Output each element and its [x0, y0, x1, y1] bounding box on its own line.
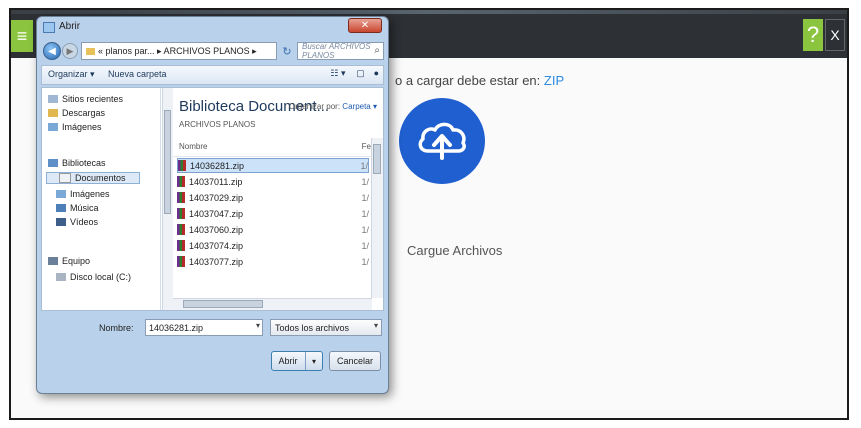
- nav-item-pictures[interactable]: Imágenes: [48, 122, 102, 132]
- refresh-icon[interactable]: ↻: [279, 42, 295, 60]
- column-name[interactable]: Nombre: [179, 142, 207, 151]
- cancel-button[interactable]: Cancelar: [329, 351, 381, 371]
- open-file-dialog: Abrir ✕ ◀ ▶ « planos par... ▸ ARCHIVOS P…: [36, 16, 389, 394]
- nav-item-computer[interactable]: Equipo: [48, 256, 90, 266]
- scroll-thumb[interactable]: [373, 144, 381, 174]
- file-list-scrollbar[interactable]: [371, 138, 383, 298]
- preview-pane-icon[interactable]: ▢: [356, 68, 365, 78]
- file-row[interactable]: 14036281.zip 1/: [177, 158, 369, 173]
- dialog-body: Sitios recientes Descargas Imágenes Bibl…: [41, 87, 384, 311]
- filename-value: 14036281.zip: [149, 322, 204, 333]
- pictures-folder-icon: [48, 123, 58, 131]
- zip-file-icon: [177, 192, 185, 203]
- file-row[interactable]: 14037047.zip 1/: [177, 206, 369, 221]
- zip-file-icon: [178, 160, 186, 171]
- nav-item-local-disk[interactable]: Disco local (C:): [56, 272, 131, 282]
- open-split-chevron-icon[interactable]: ▾: [305, 352, 322, 370]
- file-row[interactable]: 14037060.zip 1/: [177, 222, 369, 237]
- column-date[interactable]: Fe: [362, 142, 371, 151]
- libraries-icon: [48, 159, 58, 167]
- help-icon[interactable]: ●: [374, 68, 379, 78]
- dialog-titlebar[interactable]: Abrir ✕: [37, 17, 388, 39]
- nav-item-library-pictures[interactable]: Imágenes: [56, 189, 110, 199]
- address-path: « planos par... ▸ ARCHIVOS PLANOS ▸: [98, 45, 257, 56]
- organize-button[interactable]: Organizar ▾: [48, 69, 95, 80]
- forward-arrow-icon[interactable]: ▶: [62, 43, 78, 59]
- dialog-buttons: Abrir ▾ Cancelar: [41, 347, 384, 373]
- nav-item-videos[interactable]: Vídeos: [56, 217, 98, 227]
- window-icon: [43, 22, 55, 33]
- music-library-icon: [56, 204, 66, 212]
- arrange-value[interactable]: Carpeta ▾: [342, 102, 377, 111]
- dialog-title: Abrir: [59, 21, 81, 32]
- upload-label: Cargue Archivos: [407, 243, 503, 258]
- upload-instruction: o a cargar debe estar en: ZIP: [395, 73, 564, 88]
- scroll-thumb[interactable]: [183, 300, 263, 308]
- search-input[interactable]: Buscar ARCHIVOS PLANOS ⌕: [297, 42, 384, 60]
- dialog-toolbar: Organizar ▾ Nueva carpeta ☷ ▾ ▢ ●: [41, 65, 384, 85]
- upload-button[interactable]: [399, 98, 485, 184]
- close-button[interactable]: X: [825, 19, 845, 51]
- library-subtitle: ARCHIVOS PLANOS: [179, 120, 256, 129]
- column-header: Nombre Fe: [173, 138, 383, 157]
- downloads-folder-icon: [48, 109, 58, 117]
- nav-item-downloads[interactable]: Descargas: [48, 108, 105, 118]
- filename-input[interactable]: 14036281.zip ▾: [145, 319, 263, 336]
- dialog-close-button[interactable]: ✕: [348, 18, 382, 33]
- file-type-select[interactable]: Todos los archivos ▾: [270, 319, 382, 336]
- file-row[interactable]: 14037074.zip 1/: [177, 238, 369, 253]
- arrange-by[interactable]: Organizar por: Carpeta ▾: [289, 102, 377, 111]
- arrange-label: Organizar por:: [288, 102, 341, 111]
- videos-library-icon: [56, 218, 66, 226]
- address-bar[interactable]: « planos par... ▸ ARCHIVOS PLANOS ▸: [81, 42, 277, 60]
- help-button[interactable]: ?: [803, 19, 823, 51]
- zip-file-icon: [177, 256, 185, 267]
- hamburger-icon[interactable]: ≡: [11, 20, 33, 52]
- back-arrow-icon[interactable]: ◀: [43, 42, 61, 60]
- open-button[interactable]: Abrir ▾: [271, 351, 323, 371]
- cloud-upload-icon: [418, 122, 466, 160]
- file-row[interactable]: 14037077.zip 1/: [177, 254, 369, 269]
- new-folder-button[interactable]: Nueva carpeta: [108, 69, 167, 79]
- zip-file-icon: [177, 240, 185, 251]
- file-list-pane: Biblioteca Document... ARCHIVOS PLANOS O…: [173, 88, 383, 310]
- navigation-pane: Sitios recientes Descargas Imágenes Bibl…: [42, 88, 161, 310]
- file-row[interactable]: 14037011.zip 1/: [177, 174, 369, 189]
- filename-row: Nombre: 14036281.zip ▾ Todos los archivo…: [41, 317, 384, 339]
- nav-item-documents[interactable]: Documentos: [46, 172, 140, 184]
- instruction-text: o a cargar debe estar en:: [395, 73, 541, 88]
- horizontal-scrollbar[interactable]: [173, 298, 372, 310]
- folder-icon: [86, 47, 95, 55]
- nav-item-recent[interactable]: Sitios recientes: [48, 94, 123, 104]
- local-disk-icon: [56, 273, 66, 281]
- nav-item-libraries[interactable]: Bibliotecas: [48, 158, 106, 168]
- navigation-scrollbar[interactable]: [162, 88, 173, 310]
- computer-icon: [48, 257, 58, 265]
- file-row[interactable]: 14037029.zip 1/: [177, 190, 369, 205]
- chevron-down-icon: ▾: [373, 321, 378, 330]
- zip-file-icon: [177, 176, 185, 187]
- address-row: ◀ ▶ « planos par... ▸ ARCHIVOS PLANOS ▸ …: [41, 41, 384, 63]
- view-options: ☷ ▾ ▢ ●: [330, 68, 379, 79]
- header-stripe: [11, 10, 847, 14]
- search-placeholder: Buscar ARCHIVOS PLANOS: [302, 42, 371, 60]
- pictures-library-icon: [56, 190, 66, 198]
- instruction-format: ZIP: [543, 73, 565, 88]
- search-icon: ⌕: [374, 45, 380, 56]
- zip-file-icon: [177, 224, 185, 235]
- open-label: Abrir: [278, 356, 298, 366]
- chevron-down-icon[interactable]: ▾: [256, 321, 260, 330]
- documents-library-icon: [59, 173, 71, 183]
- view-mode-icon[interactable]: ☷ ▾: [330, 68, 345, 78]
- scroll-thumb[interactable]: [164, 110, 171, 214]
- filename-label: Nombre:: [99, 323, 134, 333]
- zip-file-icon: [177, 208, 185, 219]
- nav-item-music[interactable]: Música: [56, 203, 99, 213]
- file-type-value: Todos los archivos: [275, 322, 350, 333]
- recent-places-icon: [48, 95, 58, 103]
